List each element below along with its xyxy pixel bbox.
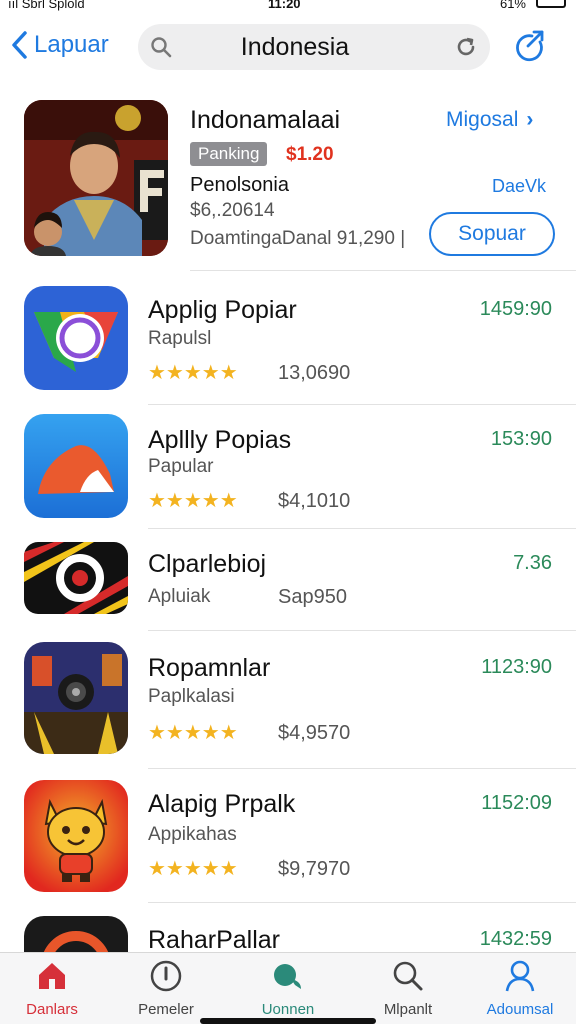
rating-count: 13,0690 — [278, 362, 351, 384]
featured-app-title: Indonamalaai — [190, 106, 341, 134]
list-item[interactable]: Alapig Prpalk Appikahas ★★★★★ $9,7970 11… — [0, 776, 576, 904]
chat-icon — [274, 964, 301, 989]
tab-label: Pemeler — [138, 1001, 194, 1018]
rating-count: $9,7970 — [278, 858, 351, 880]
app-category: Paplkalasi — [148, 686, 235, 707]
featured-price: $1.20 — [286, 144, 334, 165]
nav-header: Lapuar Indonesia — [0, 22, 576, 72]
divider — [190, 270, 576, 271]
app-name: Applig Popiar — [148, 296, 297, 324]
app-name: RaharPallar — [148, 926, 281, 952]
battery-percent: 61% — [499, 0, 526, 11]
divider — [148, 404, 576, 405]
app-name: Apllly Popias — [148, 426, 292, 454]
app-name: Alapig Prpalk — [148, 790, 296, 818]
star-rating: ★★★★★ — [148, 858, 238, 880]
divider — [148, 630, 576, 631]
tab-search[interactable]: Mlpanlt — [358, 959, 458, 1019]
home-icon — [39, 963, 65, 989]
list-item[interactable]: Ropamnlar Paplkalasi ★★★★★ $4,9570 1123:… — [0, 640, 576, 769]
clock: 11:20 — [268, 0, 301, 11]
app-value: 1152:09 — [481, 792, 552, 814]
profile-icon — [505, 960, 535, 992]
carrier-label: ııl Sbrl Splold — [8, 0, 85, 11]
app-category: Apluiak — [148, 586, 211, 607]
tab-bar: Danlars Pemeler Uonnen Mlpanlt Adoumsal — [0, 952, 576, 1024]
app-value: 153:90 — [490, 428, 552, 450]
back-button[interactable]: Lapuar — [10, 30, 109, 60]
featured-more-link[interactable]: Migosal › — [446, 108, 533, 132]
tab-chat[interactable]: Uonnen — [238, 959, 338, 1019]
rating-count: $4,1010 — [278, 490, 351, 512]
app-category: Rapulsl — [148, 328, 212, 349]
back-label: Lapuar — [34, 31, 109, 58]
home-indicator — [200, 1018, 376, 1024]
chevron-left-icon — [12, 31, 27, 59]
search-icon — [393, 961, 423, 991]
rating-count: Sap950 — [278, 586, 347, 608]
list-item[interactable]: RaharPallar 1432:59 — [0, 912, 576, 952]
tab-label: Uonnen — [261, 1001, 315, 1018]
tab-profile[interactable]: Adoumsal — [470, 959, 570, 1019]
featured-subtitle: Penolsonia — [190, 174, 289, 196]
tab-label: Mlpanlt — [383, 1001, 433, 1018]
app-value: 1123:90 — [481, 656, 552, 678]
app-name: Ropamnlar — [148, 654, 271, 682]
featured-developer[interactable]: DaeVk — [492, 176, 546, 197]
camera-game-icon — [24, 642, 128, 754]
striped-app-icon — [24, 542, 128, 614]
app-category: Appikahas — [148, 824, 237, 845]
divider — [148, 902, 576, 903]
ranking-badge: Panking — [190, 142, 268, 166]
star-rating: ★★★★★ — [148, 722, 238, 744]
info-circle-icon — [150, 960, 182, 992]
list-item[interactable]: Clparlebioj Apluiak Sap950 7.36 — [0, 536, 576, 632]
share-icon[interactable] — [512, 28, 550, 66]
featured-meta-downloads: DoamtingaDanal 91,290 | — [190, 228, 406, 249]
featured-app-artwork — [24, 100, 168, 256]
rating-count: $4,9570 — [278, 722, 351, 744]
cat-mascot-icon — [24, 780, 128, 892]
partial-app-icon — [24, 916, 128, 952]
divider — [148, 768, 576, 769]
app-value: 7.36 — [513, 552, 552, 574]
list-item[interactable]: Apllly Popias Papular ★★★★★ $4,1010 153:… — [0, 410, 576, 534]
featured-get-button[interactable]: Sopuar — [429, 212, 555, 256]
tab-home[interactable]: Danlars — [2, 959, 102, 1019]
app-name: Clparlebioj — [148, 550, 267, 578]
tab-label: Adoumsal — [486, 1001, 554, 1018]
chevron-right-icon: › — [526, 108, 534, 131]
tab-info[interactable]: Pemeler — [116, 959, 216, 1019]
divider — [148, 528, 576, 529]
chrome-like-icon — [24, 286, 128, 390]
list-item[interactable]: Applig Popiar Rapulsl ★★★★★ 13,0690 1459… — [0, 282, 576, 406]
app-value: 1432:59 — [479, 928, 552, 950]
status-bar: ııl Sbrl Splold 11:20 61% — [0, 0, 576, 14]
battery-icon — [536, 0, 566, 8]
featured-meta-price: $6,.20614 — [190, 200, 275, 221]
search-input[interactable]: Indonesia — [138, 33, 448, 62]
star-rating: ★★★★★ — [148, 362, 238, 384]
search-field[interactable]: Indonesia — [138, 24, 490, 70]
featured-app[interactable]: Indonamalaai Migosal › Panking $1.20 Peno… — [0, 92, 576, 270]
tab-label: Danlars — [26, 1001, 78, 1018]
flame-app-icon — [24, 414, 128, 518]
app-value: 1459:90 — [479, 298, 552, 320]
featured-more-label: Migosal — [446, 108, 519, 131]
star-rating: ★★★★★ — [148, 490, 238, 512]
app-category: Papular — [148, 456, 214, 477]
refresh-icon[interactable] — [454, 35, 478, 59]
